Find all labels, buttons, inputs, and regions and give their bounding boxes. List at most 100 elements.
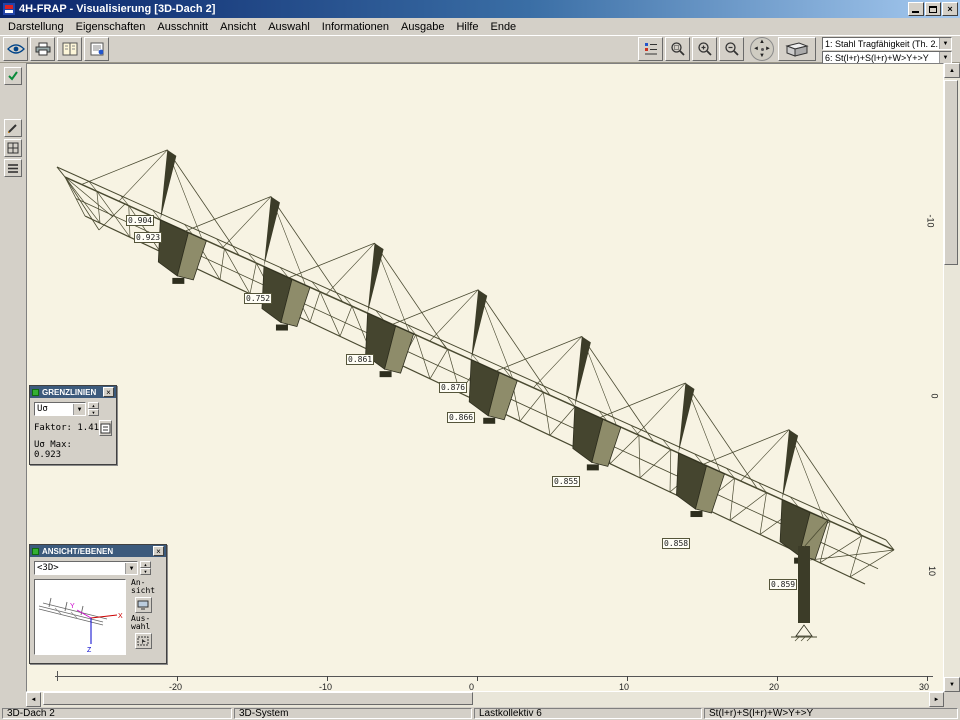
maximize-icon [929,6,937,13]
result-case-combo[interactable]: 1: Stahl Tragfähigkeit (Th. 2. O ▼ [822,37,952,50]
member-utilization-label: 0.858 [662,538,690,549]
view-combo[interactable]: <3D> ▼ [34,561,138,575]
minimize-button[interactable] [908,2,924,16]
ansicht-palette[interactable]: ANSICHT/EBENEN × <3D> ▼ ▲ ▼ [29,544,167,664]
x-axis-tick-label: -20 [169,682,182,692]
view-mode-button[interactable] [3,37,28,61]
view-side-buttons: An- sicht Aus- wahl [131,579,155,649]
ansicht-apply-button[interactable] [135,597,152,613]
menu-item-hilfe[interactable]: Hilfe [450,20,484,34]
grenzlinien-palette[interactable]: GRENZLINIEN × Uσ ▼ ▲ ▼ [29,385,117,465]
print-button[interactable] [30,37,55,61]
center-column: GRENZLINIEN × Uσ ▼ ▲ ▼ [26,63,944,707]
spin-up-icon[interactable]: ▲ [88,402,99,409]
max-label: Uσ Max: [34,440,72,450]
x-axis-tick-label: 10 [619,682,629,692]
grenzlinien-result-combo[interactable]: Uσ ▼ [34,402,86,416]
rotate-center-dot [761,48,764,51]
cube-3d-icon [784,40,810,58]
printer-icon [35,42,51,56]
monitor-icon [137,600,149,610]
scroll-left-button[interactable]: ◄ [26,692,41,707]
member-utilization-label: 0.904 [126,215,154,226]
chevron-down-icon[interactable]: ▼ [939,52,951,63]
grenzlinien-body: Uσ ▼ ▲ ▼ Faktor: 1.41 [30,398,116,464]
result-case-value: 1: Stahl Tragfähigkeit (Th. 2. O [823,39,939,49]
menu-item-ausgabe[interactable]: Ausgabe [395,20,450,34]
list-index-icon [644,42,658,56]
grid-icon [7,142,19,154]
grenzlinien-result-value: Uσ [35,404,73,414]
chevron-down-icon[interactable]: ▼ [73,404,85,415]
view-preview[interactable]: X Y Z [34,579,126,655]
menu-item-ansicht[interactable]: Ansicht [214,20,262,34]
horizontal-scroll-track[interactable] [41,692,929,707]
horizontal-scroll-thumb[interactable] [43,692,473,705]
view-spinner[interactable]: ▲ ▼ [140,561,151,575]
rotate-down-icon[interactable]: ▼ [759,53,765,59]
faktor-settings-button[interactable] [99,420,112,436]
grenzlinien-spinner[interactable]: ▲ ▼ [88,402,99,416]
y-axis-tick-label: 10 [927,566,937,576]
select-tool-button[interactable] [4,67,22,85]
chevron-down-icon[interactable]: ▼ [125,563,137,574]
grenzlinien-close-button[interactable]: × [103,387,114,397]
spin-down-icon[interactable]: ▼ [140,568,151,575]
maximize-button[interactable] [925,2,941,16]
statusbar: 3D-Dach 23D-SystemLastkollektiv 6St(l+r)… [0,707,960,720]
right-scroll-column: ▲ ▼ [944,63,960,707]
zoom-window-button[interactable] [665,37,690,61]
grenzlinien-title: GRENZLINIEN [42,388,96,397]
result-list-button[interactable] [638,37,663,61]
spin-down-icon[interactable]: ▼ [88,409,99,416]
chevron-down-icon[interactable]: ▼ [939,38,951,49]
check-icon [7,70,19,82]
auswahl-apply-button[interactable] [135,633,152,649]
scroll-up-button[interactable]: ▲ [944,63,960,78]
menu-item-auswahl[interactable]: Auswahl [262,20,316,34]
report-button[interactable] [57,37,82,61]
status-panel-0: 3D-Dach 2 [2,708,232,719]
spin-up-icon[interactable]: ▲ [140,561,151,568]
grenzlinien-titlebar[interactable]: GRENZLINIEN × [30,386,116,398]
rotate-up-icon[interactable]: ▲ [759,39,765,45]
rotate-right-icon[interactable]: ► [765,46,771,52]
scrollbar-corner [944,692,960,707]
rotate-left-icon[interactable]: ◄ [753,46,759,52]
menu-item-ausschnitt[interactable]: Ausschnitt [151,20,214,34]
rotate-navigation-pad[interactable]: ▲ ▼ ◄ ► [750,37,774,61]
status-panel-1: 3D-System [234,708,472,719]
projection-3d-button[interactable] [778,37,816,61]
status-panel-2: Lastkollektiv 6 [474,708,702,719]
zoom-out-button[interactable] [719,37,744,61]
palette-icon [32,548,39,555]
edit-tool-button[interactable] [4,119,22,137]
zoom-window-icon [670,41,686,57]
ansicht-title: ANSICHT/EBENEN [42,547,113,556]
x-axis-tick-mark [177,676,178,681]
vertical-scroll-track[interactable] [944,78,960,677]
canvas[interactable]: GRENZLINIEN × Uσ ▼ ▲ ▼ [26,63,944,692]
x-axis-tick-label: 30 [919,682,929,692]
scroll-right-button[interactable]: ► [929,692,944,707]
hatch-tool-button[interactable] [4,139,22,157]
pencil-icon [7,122,19,134]
zoom-in-button[interactable] [692,37,717,61]
app-icon [2,2,16,16]
x-axis-tick-label: 0 [469,682,474,692]
ansicht-titlebar[interactable]: ANSICHT/EBENEN × [30,545,166,557]
menu-item-ende[interactable]: Ende [484,20,522,34]
ansicht-close-button[interactable]: × [153,546,164,556]
info-document-button[interactable] [84,37,109,61]
menu-item-informationen[interactable]: Informationen [316,20,395,34]
x-axis-tick-mark [627,676,628,681]
close-button[interactable]: × [942,2,958,16]
horizontal-scrollbar[interactable]: ◄ ► [26,692,944,707]
menu-item-darstellung[interactable]: Darstellung [2,20,70,34]
layers-tool-button[interactable] [4,159,22,177]
vertical-scrollbar[interactable]: ▲ ▼ [944,63,960,692]
scroll-down-button[interactable]: ▼ [944,677,960,692]
menu-item-eigenschaften[interactable]: Eigenschaften [70,20,152,34]
vertical-scroll-thumb[interactable] [944,80,958,265]
zoom-in-icon [697,41,713,57]
